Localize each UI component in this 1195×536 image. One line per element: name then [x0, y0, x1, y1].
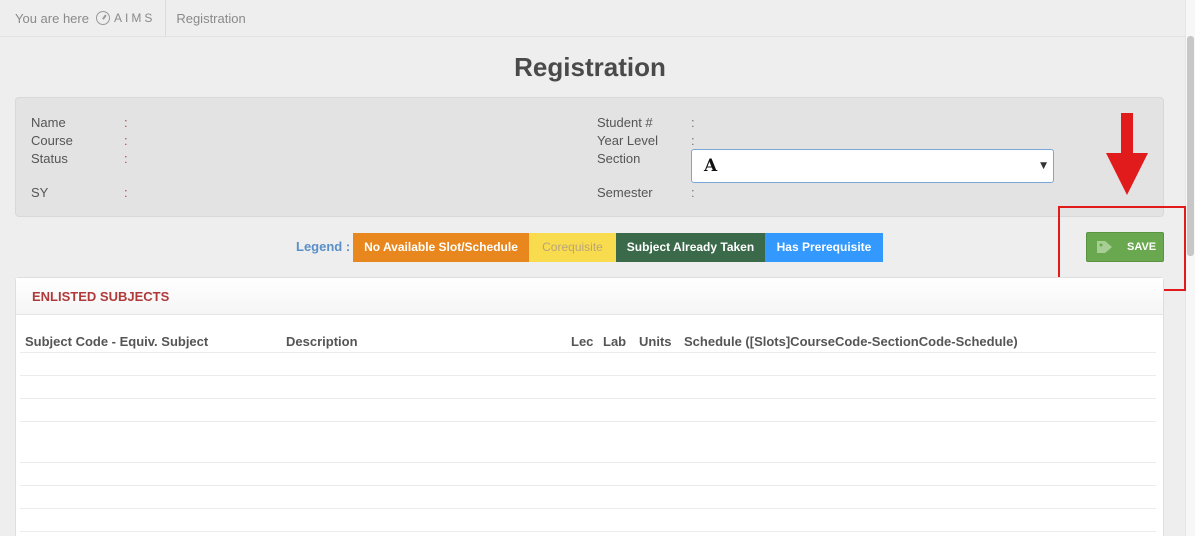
breadcrumb-prefix: You are here	[15, 10, 89, 26]
year-level-label: Year Level	[597, 133, 658, 148]
breadcrumb-current: Registration	[176, 10, 246, 26]
scrollbar-thumb[interactable]	[1187, 36, 1194, 256]
section-select[interactable]: A ▼	[691, 149, 1054, 183]
col-subject-code: Subject Code - Equiv. Subject	[25, 334, 209, 349]
course-colon: :	[124, 133, 128, 148]
section-select-value: A	[704, 156, 718, 176]
legend-corequisite: Corequisite	[529, 233, 616, 262]
tag-icon	[1097, 241, 1112, 253]
table-row	[20, 531, 1156, 532]
page-title: Registration	[514, 52, 666, 82]
status-colon: :	[124, 151, 128, 166]
table-row	[20, 485, 1156, 486]
status-label: Status	[31, 151, 68, 166]
table-row	[20, 462, 1156, 463]
annotation-arrow-icon	[1106, 113, 1148, 195]
enlisted-subjects-panel: ENLISTED SUBJECTS Subject Code - Equiv. …	[15, 277, 1164, 536]
save-button-label: SAVE	[1127, 241, 1157, 253]
year-level-colon: :	[691, 133, 695, 148]
table-row	[20, 421, 1156, 422]
breadcrumb: You are here AIMS Registration	[0, 0, 1185, 37]
breadcrumb-home-label[interactable]: AIMS	[114, 11, 155, 25]
table-row	[20, 375, 1156, 376]
col-lec: Lec	[571, 334, 594, 349]
col-lab: Lab	[603, 334, 627, 349]
legend-has-prerequisite: Has Prerequisite	[765, 233, 883, 262]
table-row	[20, 398, 1156, 399]
legend-already-taken: Subject Already Taken	[616, 233, 765, 262]
table-row	[20, 508, 1156, 509]
table-row	[20, 352, 1156, 353]
student-no-colon: :	[691, 115, 695, 130]
legend-no-slot: No Available Slot/Schedule	[353, 233, 529, 262]
section-label: Section	[597, 151, 641, 166]
save-button[interactable]: SAVE	[1086, 232, 1164, 262]
course-label: Course	[31, 133, 73, 148]
col-units: Units	[639, 334, 672, 349]
col-description: Description	[286, 334, 358, 349]
semester-label: Semester	[597, 185, 653, 200]
sy-colon: :	[124, 185, 128, 200]
student-no-label: Student #	[597, 115, 653, 130]
semester-colon: :	[691, 185, 695, 200]
dashboard-icon	[95, 11, 110, 25]
chevron-down-icon: ▼	[1040, 161, 1047, 171]
name-label: Name	[31, 115, 66, 130]
breadcrumb-home[interactable]: You are here AIMS	[0, 0, 167, 36]
legend-label: Legend :	[296, 239, 351, 254]
sy-label: SY	[31, 185, 49, 200]
col-schedule: Schedule ([Slots]CourseCode-SectionCode-…	[684, 334, 1018, 349]
name-colon: :	[124, 115, 128, 130]
enlisted-subjects-title: ENLISTED SUBJECTS	[16, 278, 1163, 315]
